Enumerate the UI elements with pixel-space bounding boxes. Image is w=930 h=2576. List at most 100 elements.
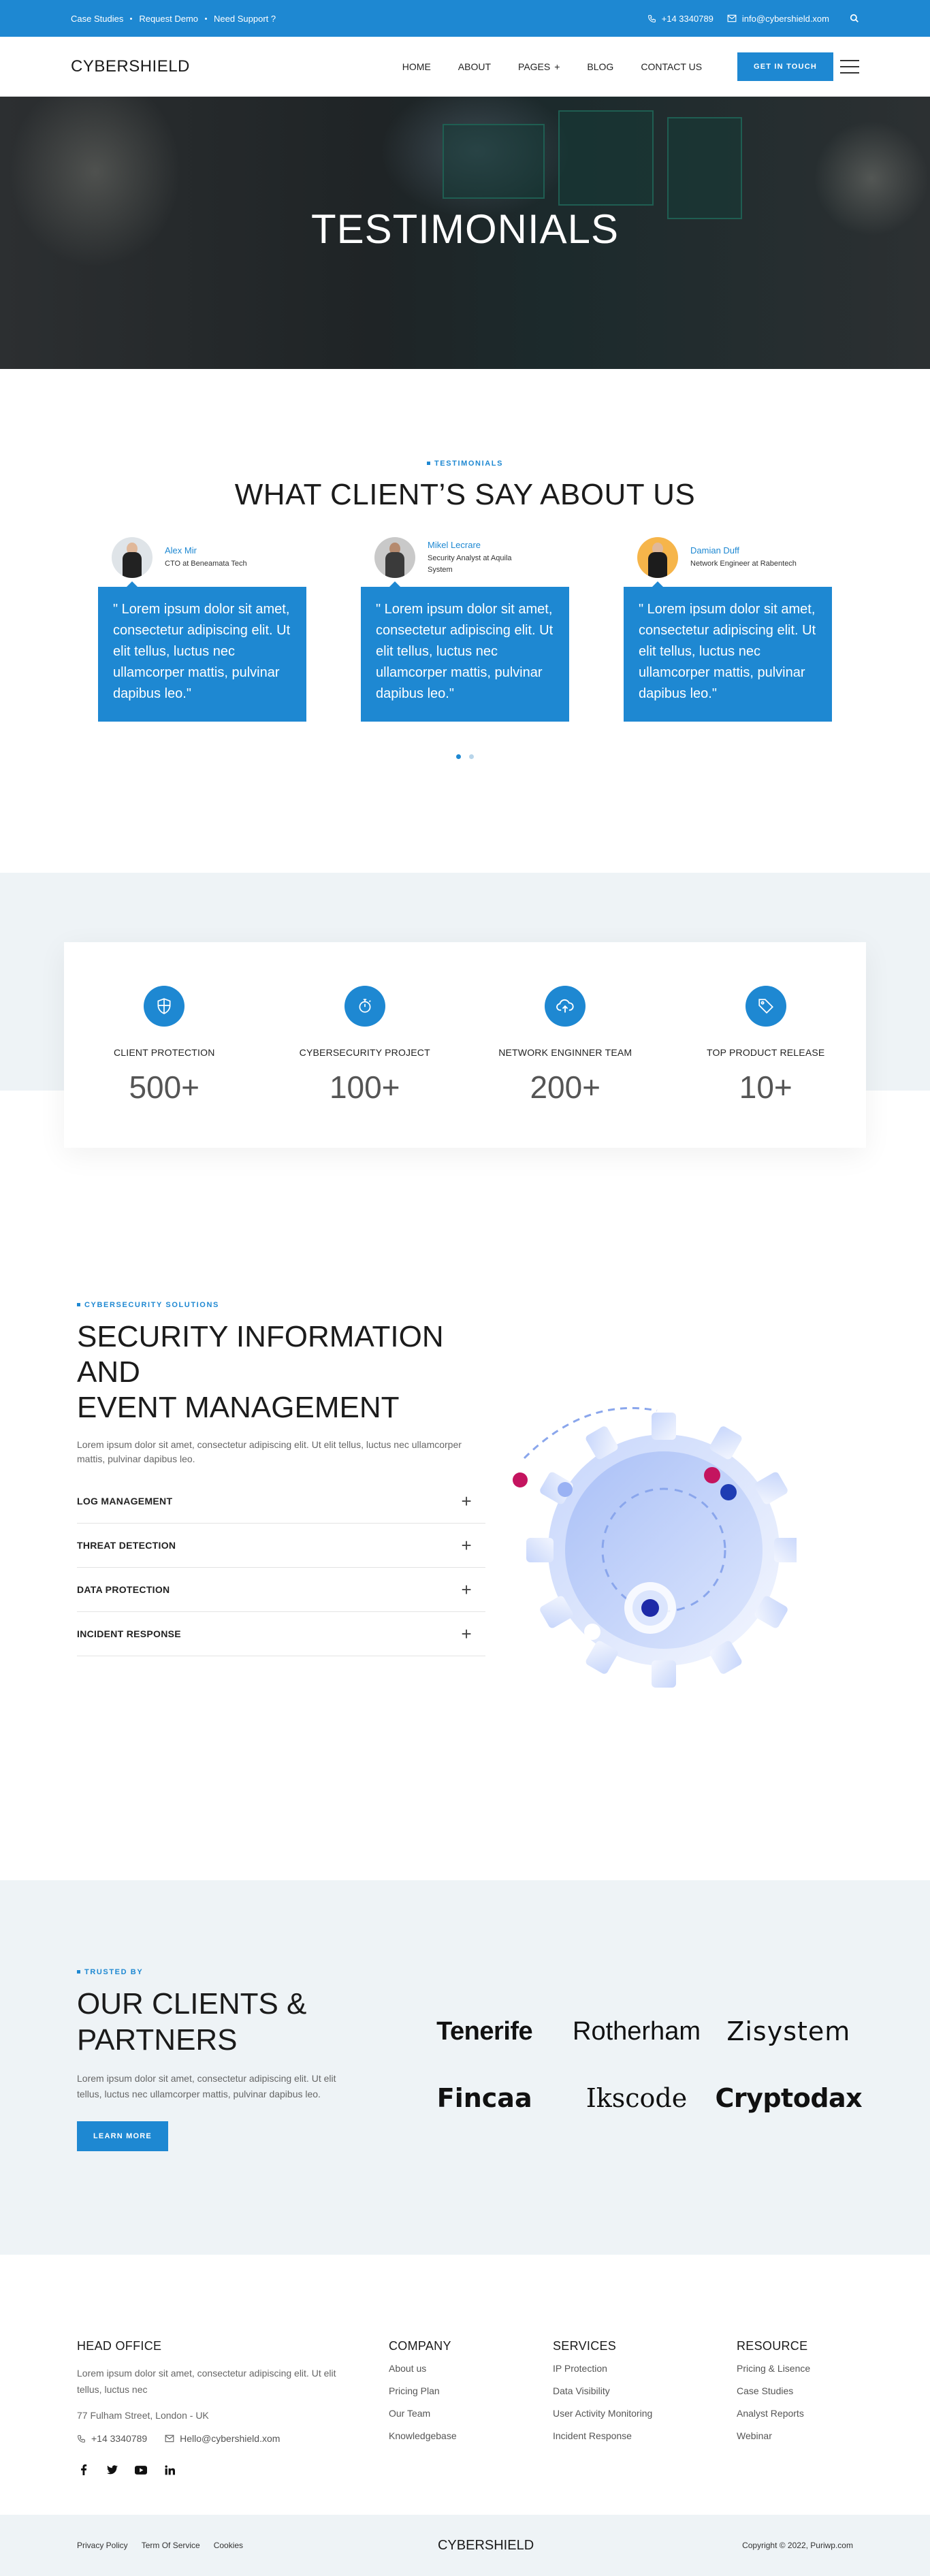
plus-icon: + [461,1534,472,1556]
footer-link[interactable]: Incident Response [553,2430,652,2441]
partner-logo[interactable]: Rotherham [573,2017,701,2046]
gear-illustration [513,1406,797,1688]
footer-link[interactable]: User Activity Monitoring [553,2408,652,2419]
footer-head-office: HEAD OFFICE Lorem ipsum dolor sit amet, … [77,2339,363,2477]
site-logo[interactable]: CYBERSHIELD [71,57,190,76]
cloud-icon [545,986,586,1027]
footer-link[interactable]: Knowledgebase [389,2430,457,2441]
carousel-dot-active[interactable] [456,754,461,759]
siem-eyebrow: CYBERSECURITY SOLUTIONS [77,1301,219,1309]
hero-title: TESTIMONIALS [310,206,620,252]
person-name: Mikel Lecrare [428,540,481,550]
footer-heading: RESOURCE [737,2339,808,2353]
mail-icon [727,14,737,22]
footer-email-text: Hello@cybershield.xom [180,2433,280,2445]
stat-value: 200+ [530,1069,601,1105]
footer-link[interactable]: Case Studies [737,2385,810,2396]
nav-about[interactable]: ABOUT [458,61,491,72]
top-link-case-studies[interactable]: Case Studies [71,14,123,24]
nav-pages[interactable]: PAGES + [518,61,560,72]
linkedin-icon[interactable] [163,2463,176,2477]
plus-icon: + [461,1579,472,1600]
partner-logo[interactable]: Cryptodax [715,2083,862,2113]
accordion-label: DATA PROTECTION [77,1584,170,1596]
menu-icon[interactable] [840,59,859,74]
search-icon[interactable] [850,14,859,23]
clients-description: Lorem ipsum dolor sit amet, consectetur … [77,2072,336,2099]
carousel-dot[interactable] [469,754,474,759]
footer-resource: RESOURCE Pricing & Lisence Case Studies … [737,2339,810,2453]
footer-link[interactable]: Pricing & Lisence [737,2363,810,2374]
testimonial-card: Alex Mir CTO at Beneamata Tech " Lorem i… [98,535,306,722]
footer-office-desc: Lorem ipsum dolor sit amet, consectetur … [77,2368,336,2395]
separator-dot [205,17,208,20]
accordion-label: LOG MANAGEMENT [77,1496,173,1507]
footer-phone[interactable]: +14 3340789 [77,2433,147,2444]
stat-value: 100+ [329,1069,400,1105]
twitter-icon[interactable] [106,2463,119,2477]
testimonials-eyebrow-text: TESTIMONIALS [434,459,504,468]
accordion-item-incident-response[interactable]: INCIDENT RESPONSE + [77,1612,485,1657]
avatar [112,537,153,578]
footer-link[interactable]: Data Visibility [553,2385,652,2396]
accordion-item-log-management[interactable]: LOG MANAGEMENT + [77,1479,485,1524]
footer-link[interactable]: Webinar [737,2430,810,2441]
siem-heading-line1: SECURITY INFORMATION AND [77,1320,444,1389]
footer-contact: +14 3340789 Hello@cybershield.xom [77,2433,363,2444]
nav-blog[interactable]: BLOG [587,61,613,72]
partner-logo[interactable]: Zisystem [726,2016,850,2046]
top-phone[interactable]: +14 3340789 [647,14,713,24]
siem-heading: SECURITY INFORMATION AND EVENT MANAGEMENT [77,1319,485,1426]
testimonial-quote: " Lorem ipsum dolor sit amet, consectetu… [98,581,306,722]
footer-link[interactable]: Our Team [389,2408,457,2419]
footer-email[interactable]: Hello@cybershield.xom [165,2433,280,2444]
footer-heading: SERVICES [553,2339,617,2353]
footer: HEAD OFFICE Lorem ipsum dolor sit amet, … [0,2255,930,2515]
carousel-dots [0,754,930,759]
top-link-need-support[interactable]: Need Support ? [214,14,276,24]
footer-services: SERVICES IP Protection Data Visibility U… [553,2339,652,2453]
tag-icon [745,986,786,1027]
legal-links: Privacy Policy Term Of Service Cookies [77,2541,243,2550]
accordion-item-threat-detection[interactable]: THREAT DETECTION + [77,1524,485,1568]
partner-logo[interactable]: Tenerife [436,2017,533,2046]
partner-logos: Tenerife Rotherham Zisystem Fincaa Iksco… [408,2016,865,2113]
footer-logo[interactable]: CYBERSHIELD [438,2538,534,2554]
facebook-icon[interactable] [77,2463,91,2477]
get-in-touch-button[interactable]: GET IN TOUCH [737,52,833,81]
separator-dot [130,17,133,20]
person-name: Damian Duff [690,545,740,556]
accordion-item-data-protection[interactable]: DATA PROTECTION + [77,1568,485,1613]
clients-heading-line1: OUR CLIENTS & [77,1987,307,2020]
footer-heading: HEAD OFFICE [77,2339,162,2353]
nav-home[interactable]: HOME [402,61,431,72]
partner-logo[interactable]: Ikscode [586,2083,688,2113]
bottom-bar: Privacy Policy Term Of Service Cookies C… [0,2515,930,2576]
footer-link[interactable]: Analyst Reports [737,2408,810,2419]
terms-link[interactable]: Term Of Service [142,2541,200,2550]
testimonials-heading: WHAT CLIENT’S SAY ABOUT US [234,478,696,511]
stat-value: 10+ [739,1069,792,1105]
testimonial-person: Mikel Lecrare Security Analyst at Aquila… [361,535,569,580]
clients-heading: OUR CLIENTS & PARTNERS [77,1986,376,2059]
cookies-link[interactable]: Cookies [214,2541,243,2550]
footer-link[interactable]: About us [389,2363,457,2374]
footer-link[interactable]: IP Protection [553,2363,652,2374]
stat-item: CLIENT PROTECTION 500+ [79,986,249,1148]
top-links: Case Studies Request Demo Need Support ? [71,14,276,24]
footer-link[interactable]: Pricing Plan [389,2385,457,2396]
stat-label: NETWORK ENGINNER TEAM [498,1047,632,1058]
hero-banner: TESTIMONIALS [0,97,930,369]
phone-icon [78,2434,85,2443]
top-link-request-demo[interactable]: Request Demo [139,14,198,24]
partner-logo[interactable]: Fincaa [437,2083,532,2113]
top-email[interactable]: info@cybershield.xom [727,14,829,24]
clients-heading-line2: PARTNERS [77,2023,238,2057]
youtube-icon[interactable] [134,2463,148,2477]
person-role: Security Analyst at Aquila System [428,554,512,574]
nav-contact[interactable]: CONTACT US [641,61,702,72]
testimonial-card: Mikel Lecrare Security Analyst at Aquila… [361,535,569,722]
privacy-policy-link[interactable]: Privacy Policy [77,2541,128,2550]
learn-more-button[interactable]: LEARN MORE [77,2121,168,2151]
shield-icon [144,986,185,1027]
